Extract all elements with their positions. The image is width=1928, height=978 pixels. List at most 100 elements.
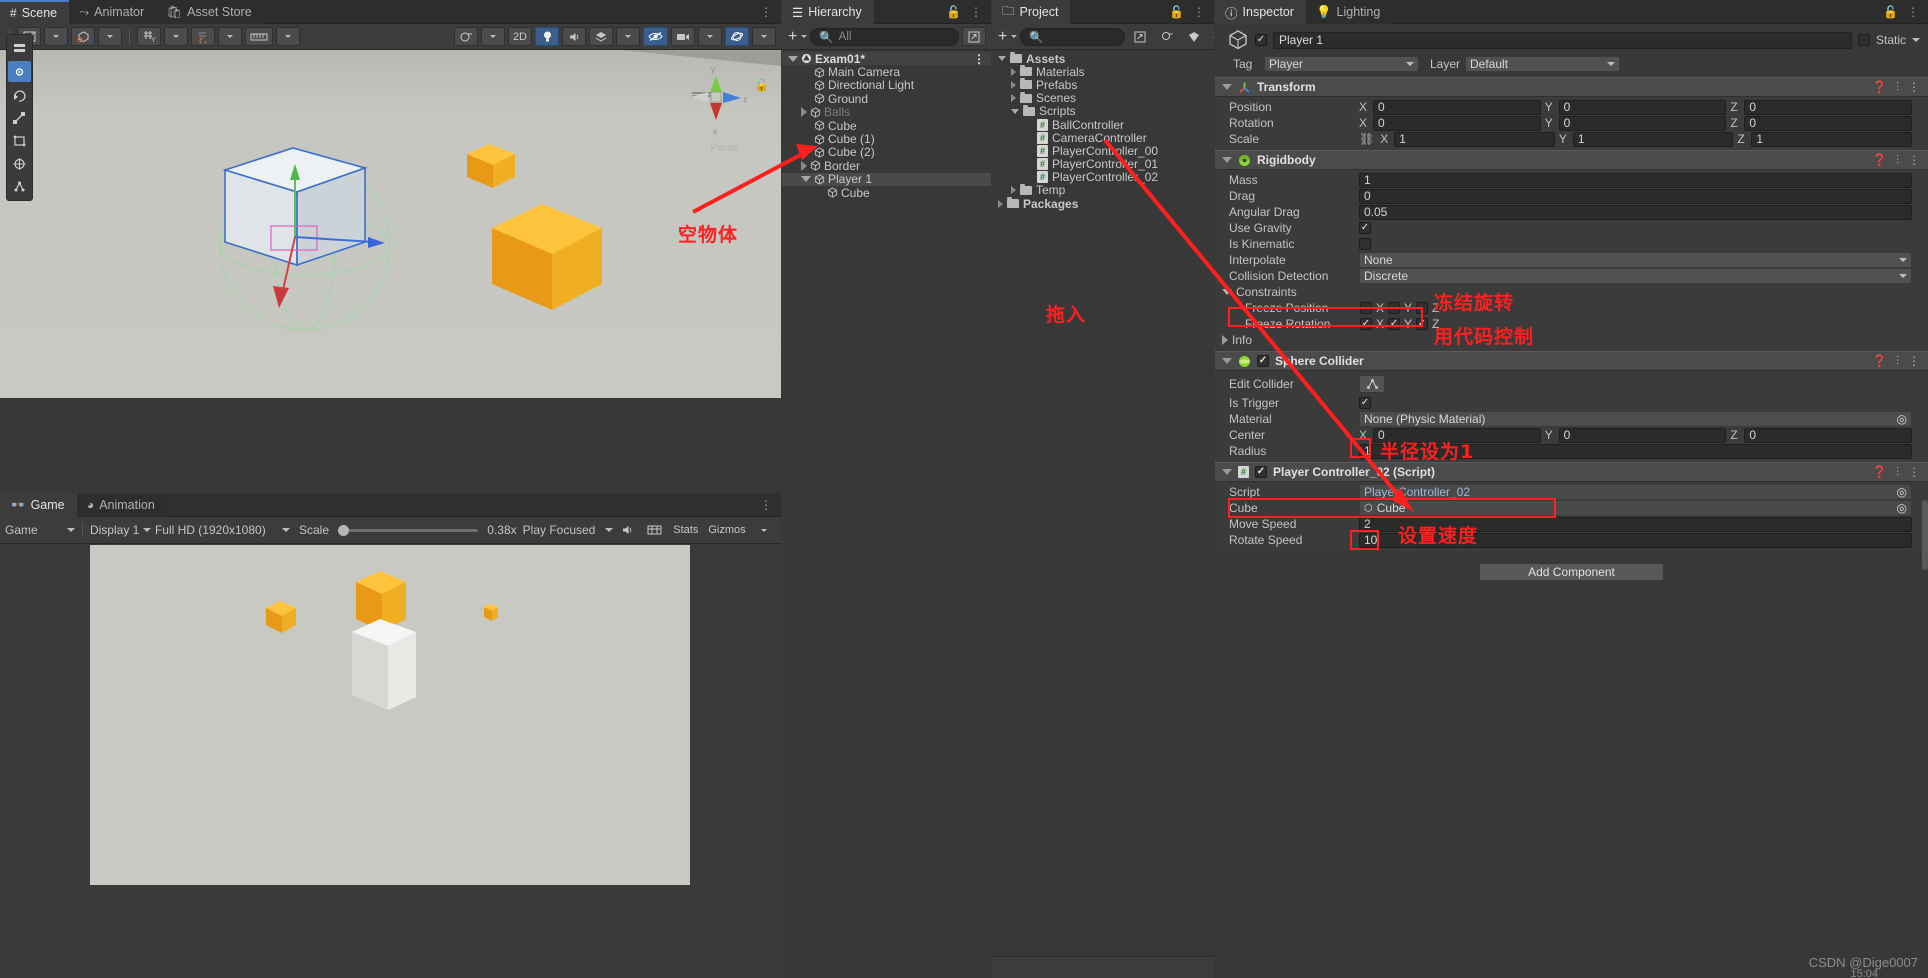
gizmos-dropdown[interactable] (752, 27, 776, 46)
scene-cube-large[interactable] (484, 190, 614, 315)
project-item-assets[interactable]: Assets (992, 52, 1214, 66)
rigidbody-menu-icon[interactable]: ⋮ (1908, 153, 1920, 167)
hierarchy-popout-icon[interactable] (962, 27, 986, 46)
sphere-collider-preset-icon[interactable]: ⫶ (1896, 354, 1899, 369)
hierarchy-item-cube[interactable]: Cube (782, 186, 991, 200)
magnet-snap-button[interactable] (191, 27, 215, 46)
sphere-collider-foldout-icon[interactable] (1222, 358, 1232, 364)
mass-input[interactable]: 1 (1359, 172, 1912, 188)
project-item-scripts[interactable]: Scripts (992, 104, 1214, 118)
ruler-dropdown[interactable] (276, 27, 300, 46)
foldout-icon[interactable] (801, 107, 807, 118)
rotate-tool-button[interactable] (8, 84, 31, 105)
project-item-prefabs[interactable]: Prefabs (992, 78, 1214, 92)
scene-camera-button[interactable] (671, 27, 695, 46)
rigidbody-help-icon[interactable]: ❓ (1872, 153, 1887, 167)
radius-input[interactable]: 1 (1359, 443, 1912, 459)
game-gizmos-button[interactable]: Gizmos (705, 521, 749, 540)
foldout-icon[interactable] (998, 199, 1003, 208)
player-controller-enabled-checkbox[interactable] (1255, 466, 1267, 478)
tab-asset-store[interactable]: 🛍 Asset Store (156, 0, 264, 24)
scale-tool-button[interactable] (8, 107, 31, 128)
game-gizmos-dropdown[interactable] (752, 521, 776, 540)
project-search-input[interactable]: 🔍 (1020, 27, 1126, 46)
sphere-collider-component-header[interactable]: Sphere Collider ❓ ⫶ ⋮ (1215, 351, 1928, 371)
selected-cube-gizmo[interactable] (205, 130, 415, 350)
hierarchy-add-button[interactable]: + (787, 28, 798, 46)
position-x-input[interactable]: 0 (1373, 99, 1541, 115)
is-trigger-checkbox[interactable] (1359, 397, 1371, 409)
project-item-ballcontroller[interactable]: # BallController (992, 118, 1214, 132)
layer-dropdown[interactable]: Default (1465, 56, 1620, 72)
freeze-rotation-y-checkbox[interactable] (1388, 318, 1401, 330)
freeze-position-z-checkbox[interactable] (1416, 302, 1429, 314)
script-field[interactable]: PlayerController_02 ◎ (1359, 484, 1912, 500)
tab-animation[interactable]: ◕ Animation (76, 493, 167, 517)
hierarchy-item-balls[interactable]: Balls (782, 105, 991, 119)
game-stats-button[interactable]: Stats (670, 521, 702, 540)
game-grid-icon[interactable] (643, 521, 667, 540)
game-play-focus-dropdown[interactable]: Play Focused (523, 523, 613, 537)
project-add-dropdown[interactable] (1011, 35, 1018, 38)
hierarchy-item-directional-light[interactable]: Directional Light (782, 78, 991, 92)
constraints-foldout-icon[interactable] (1222, 289, 1232, 295)
position-z-input[interactable]: 0 (1744, 99, 1913, 115)
object-picker-icon[interactable]: ◎ (1897, 412, 1907, 426)
foldout-icon[interactable] (801, 160, 807, 171)
player-controller-component-header[interactable]: # Player Controller_02 (Script) ❓ ⫶ ⋮ (1215, 462, 1928, 482)
project-item-playercontroller-01[interactable]: # PlayerController_01 (992, 157, 1214, 171)
scene-viewport[interactable]: y z x Persp 🔓 (0, 50, 781, 398)
move-speed-input[interactable]: 2 (1359, 516, 1912, 532)
hierarchy-lock-icon[interactable]: 🔓 (946, 5, 961, 19)
grid-snap-button[interactable]: Y (137, 27, 161, 46)
transform-help-icon[interactable]: ❓ (1872, 80, 1887, 94)
transform-component-header[interactable]: Transform ❓ ⫶ ⋮ (1215, 77, 1928, 97)
rotation-x-input[interactable]: 0 (1373, 115, 1541, 131)
hierarchy-add-dropdown[interactable] (801, 35, 808, 38)
position-y-input[interactable]: 0 (1558, 99, 1727, 115)
visibility-toggle-button[interactable] (643, 27, 668, 46)
scene-menu-icon[interactable]: ⋮ (760, 5, 772, 19)
gizmos-toggle-button[interactable] (725, 27, 749, 46)
shaded-draw-mode-button[interactable] (453, 27, 478, 46)
rigidbody-info-foldout[interactable]: Info (1215, 332, 1928, 348)
hierarchy-item-cube-1[interactable]: Cube (1) (782, 132, 991, 146)
foldout-icon[interactable] (801, 176, 811, 183)
static-dropdown[interactable] (1912, 38, 1920, 42)
foldout-icon[interactable] (998, 56, 1006, 62)
angular-drag-input[interactable]: 0.05 (1359, 204, 1912, 220)
hierarchy-tree[interactable]: Exam01* ⋮ Main Camera Directional Light Grou… (782, 52, 991, 200)
drag-input[interactable]: 0 (1359, 188, 1912, 204)
center-z-input[interactable]: 0 (1744, 427, 1913, 443)
rigidbody-constraints-foldout[interactable]: Constraints (1215, 284, 1928, 300)
freeze-position-x-checkbox[interactable] (1360, 302, 1372, 314)
project-item-packages[interactable]: Packages (992, 197, 1214, 211)
collider-material-field[interactable]: None (Physic Material) ◎ (1359, 411, 1912, 427)
interpolate-dropdown[interactable]: None (1359, 252, 1912, 268)
project-favorite-icon[interactable] (1155, 27, 1179, 46)
shading-mode-dropdown[interactable] (44, 27, 68, 46)
game-scale-slider[interactable] (338, 524, 479, 536)
hand-tool-button[interactable] (8, 38, 31, 59)
hierarchy-item-cube-2[interactable]: Cube (2) (782, 145, 991, 159)
script-picker-icon[interactable]: ◎ (1897, 485, 1907, 499)
game-resolution-dropdown[interactable]: Full HD (1920x1080) (155, 523, 290, 537)
rotation-z-input[interactable]: 0 (1744, 115, 1913, 131)
foldout-icon[interactable] (788, 55, 798, 62)
tab-inspector[interactable]: ⓘ Inspector (1215, 0, 1306, 24)
project-item-scenes[interactable]: Scenes (992, 91, 1214, 105)
lighting-toggle-button[interactable] (535, 27, 559, 46)
freeze-rotation-x-checkbox[interactable] (1360, 318, 1372, 330)
sphere-collider-help-icon[interactable]: ❓ (1872, 354, 1887, 368)
hierarchy-item-player-1[interactable]: Player 1 (782, 172, 991, 186)
audio-toggle-button[interactable] (562, 27, 586, 46)
mute-audio-icon[interactable] (616, 521, 640, 540)
rotate-speed-input[interactable]: 10 (1359, 532, 1912, 548)
2d-toggle-button[interactable] (71, 27, 95, 46)
rigidbody-preset-icon[interactable]: ⫶ (1896, 153, 1899, 168)
hierarchy-menu-icon[interactable]: ⋮ (970, 5, 982, 19)
2d-view-button[interactable]: 2D (507, 27, 532, 46)
hierarchy-item-cube[interactable]: Cube (782, 119, 991, 133)
project-menu-icon[interactable]: ⋮ (1193, 5, 1205, 19)
game-render-area[interactable] (90, 545, 690, 883)
